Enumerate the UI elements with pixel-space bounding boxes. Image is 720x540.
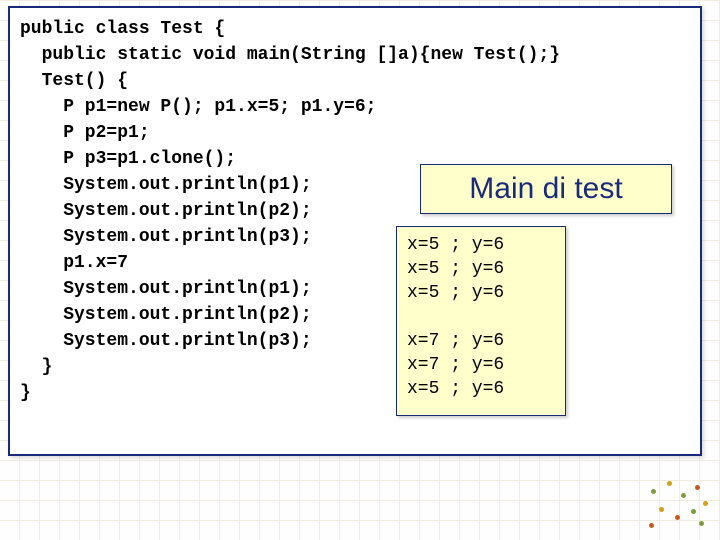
title-text: Main di test	[469, 172, 622, 206]
slide: public class Test { public static void m…	[0, 0, 720, 540]
title-callout: Main di test	[420, 164, 672, 214]
code-container: public class Test { public static void m…	[8, 6, 702, 456]
decoration-dots	[634, 474, 714, 534]
output-callout: x=5 ; y=6 x=5 ; y=6 x=5 ; y=6 x=7 ; y=6 …	[396, 226, 566, 416]
output-text: x=5 ; y=6 x=5 ; y=6 x=5 ; y=6 x=7 ; y=6 …	[407, 233, 555, 401]
